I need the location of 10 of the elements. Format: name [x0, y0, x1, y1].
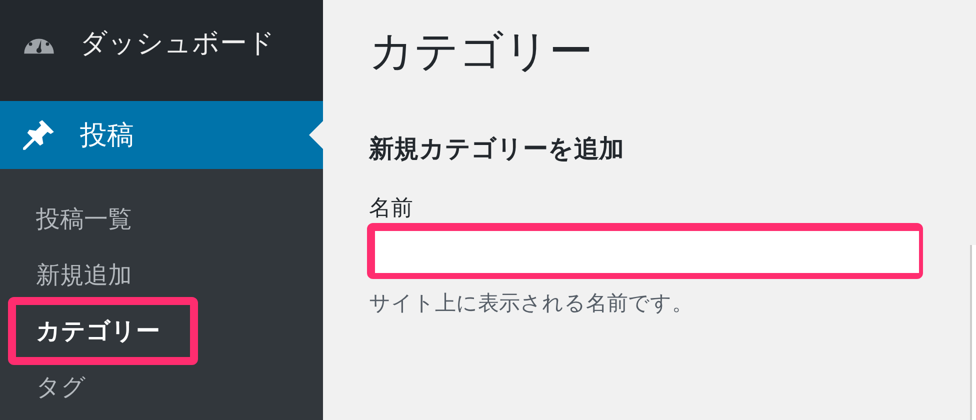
menu-item[interactable]: 投稿: [0, 101, 323, 169]
menu-pointer: [309, 121, 323, 149]
section-title: 新規カテゴリーを追加: [369, 133, 625, 165]
pushpin-icon: [22, 118, 56, 152]
name-field[interactable]: [367, 223, 923, 279]
menu-item[interactable]: ダッシュボード: [0, 0, 323, 85]
help-text: サイト上に表示される名前です。: [369, 290, 694, 317]
field-label: 名前: [369, 195, 414, 223]
submenu-item[interactable]: カテゴリー: [8, 297, 198, 365]
page-title: カテゴリー: [369, 25, 594, 79]
